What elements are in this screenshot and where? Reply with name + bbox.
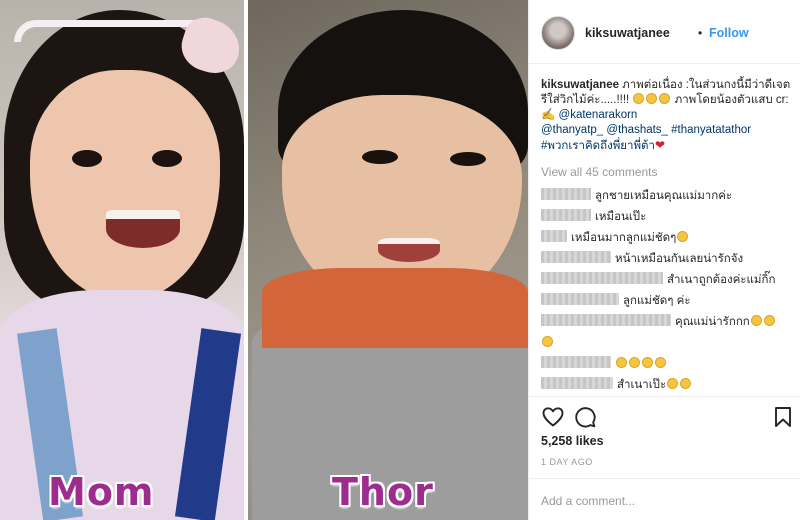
boy-collar <box>262 268 528 348</box>
comment-list: ลูกชายเหมือนคุณแม่มากค่ะ เหมือนเป๊ะ เหมื… <box>541 186 793 396</box>
header-username[interactable]: kiksuwatjanee <box>585 26 670 40</box>
caption-hashtag[interactable]: #thanyatatathor <box>671 124 751 136</box>
comment-text: เหมือนมากลูกแม่ชัดๆ <box>571 232 677 244</box>
avatar[interactable] <box>541 16 575 50</box>
redacted-username[interactable] <box>541 188 591 200</box>
post-side-panel: kiksuwatjanee • Follow kiksuwatjanee ภาพ… <box>528 0 800 520</box>
comment-text: ลูกชายเหมือนคุณแม่มากค่ะ <box>595 190 733 202</box>
heart-eyes-emoji-icon <box>680 378 692 389</box>
girl-eye-right <box>152 150 182 167</box>
redacted-username[interactable] <box>541 377 613 389</box>
smile-emoji-icon <box>763 315 775 326</box>
photo-caption-thor: Thor <box>332 470 434 514</box>
grin-emoji-icon <box>646 93 658 104</box>
heart-outline-icon <box>542 407 564 427</box>
add-comment-input[interactable] <box>541 491 789 511</box>
like-button[interactable] <box>541 405 565 429</box>
comment-item: สำเนาถูกต้องค่ะแม่กิ๊ก <box>541 270 793 291</box>
comment-text: หน้าเหมือนกันเลยน่ารักจัง <box>615 253 744 265</box>
smile-emoji-icon <box>542 336 553 347</box>
comment-text: สำเนาเป๊ะ <box>617 379 667 391</box>
likes-count[interactable]: 5,258 likes <box>541 434 604 448</box>
post-header: kiksuwatjanee • Follow <box>529 0 800 64</box>
smile-emoji-icon <box>750 315 762 326</box>
boy-eye-left <box>362 150 398 164</box>
comment-item: เหมือนเป๊ะ <box>541 207 793 228</box>
rofl-emoji-icon <box>629 357 640 368</box>
girl-eye-left <box>72 150 102 167</box>
post-actions-bar <box>529 396 800 436</box>
view-all-comments-link[interactable]: View all 45 comments <box>541 165 658 179</box>
comment-item: ลูกแม่ชัดๆ ค่ะ <box>541 291 793 312</box>
heart-eyes-emoji-icon <box>667 378 679 389</box>
rofl-emoji-icon <box>642 357 653 368</box>
caption-username[interactable]: kiksuwatjanee <box>541 79 619 91</box>
comment-button[interactable] <box>573 405 597 429</box>
caption-hashtag[interactable]: #พวกเราคิดถึงพี่ยาพี่ต้า <box>541 140 655 152</box>
smile-emoji-icon <box>677 231 689 242</box>
comment-item: คุณแม่น่ารักกก <box>541 312 793 333</box>
rofl-emoji-icon <box>616 357 627 368</box>
caption-mention[interactable]: @thashats_ <box>606 124 668 136</box>
post-photo[interactable]: Mom Thor <box>0 0 528 520</box>
redacted-username[interactable] <box>541 272 663 284</box>
caption-mention[interactable]: @katenarakorn <box>559 109 638 121</box>
header-separator: • <box>698 26 703 40</box>
redacted-username[interactable] <box>541 251 611 263</box>
grin-emoji-icon <box>659 93 671 104</box>
heart-emoji-icon: ❤ <box>654 138 666 152</box>
boy-eye-right <box>450 152 486 166</box>
follow-button[interactable]: Follow <box>709 26 749 40</box>
redacted-username[interactable] <box>541 293 619 305</box>
rofl-emoji-icon <box>655 357 666 368</box>
post-caption: kiksuwatjanee ภาพต่อเนื่อง :ในส่วนกงนี้ม… <box>541 78 791 154</box>
boy-mouth <box>378 238 440 262</box>
speech-bubble-icon <box>575 407 596 428</box>
comment-item <box>541 333 793 354</box>
photo-caption-mom: Mom <box>48 470 155 514</box>
caption-mention[interactable]: @thanyatp_ <box>541 124 603 136</box>
redacted-username[interactable] <box>541 314 671 326</box>
comment-text: ลูกแม่ชัดๆ ค่ะ <box>623 295 691 307</box>
comment-item: สำเนาเป๊ะ <box>541 375 793 396</box>
save-button[interactable] <box>771 405 795 429</box>
girl-mouth <box>106 210 180 248</box>
comment-item: เหมือนมากลูกแม่ชัดๆ <box>541 228 793 249</box>
comment-item: ลูกชายเหมือนคุณแม่มากค่ะ <box>541 186 793 207</box>
photo-divider <box>244 0 248 520</box>
comment-item: หน้าเหมือนกันเลยน่ารักจัง <box>541 249 793 270</box>
comment-text: สำเนาถูกต้องค่ะแม่กิ๊ก <box>667 274 776 286</box>
redacted-username[interactable] <box>541 356 611 368</box>
add-comment-box <box>529 478 800 520</box>
redacted-username[interactable] <box>541 230 567 242</box>
bookmark-icon <box>775 407 791 427</box>
comment-item <box>541 354 793 375</box>
grin-emoji-icon <box>633 93 645 104</box>
comment-text: เหมือนเป๊ะ <box>595 211 647 223</box>
comment-text: คุณแม่น่ารักกก <box>675 316 750 328</box>
photo-panel-mom <box>0 0 246 520</box>
redacted-username[interactable] <box>541 209 591 221</box>
post-date[interactable]: 1 DAY AGO <box>541 457 593 467</box>
